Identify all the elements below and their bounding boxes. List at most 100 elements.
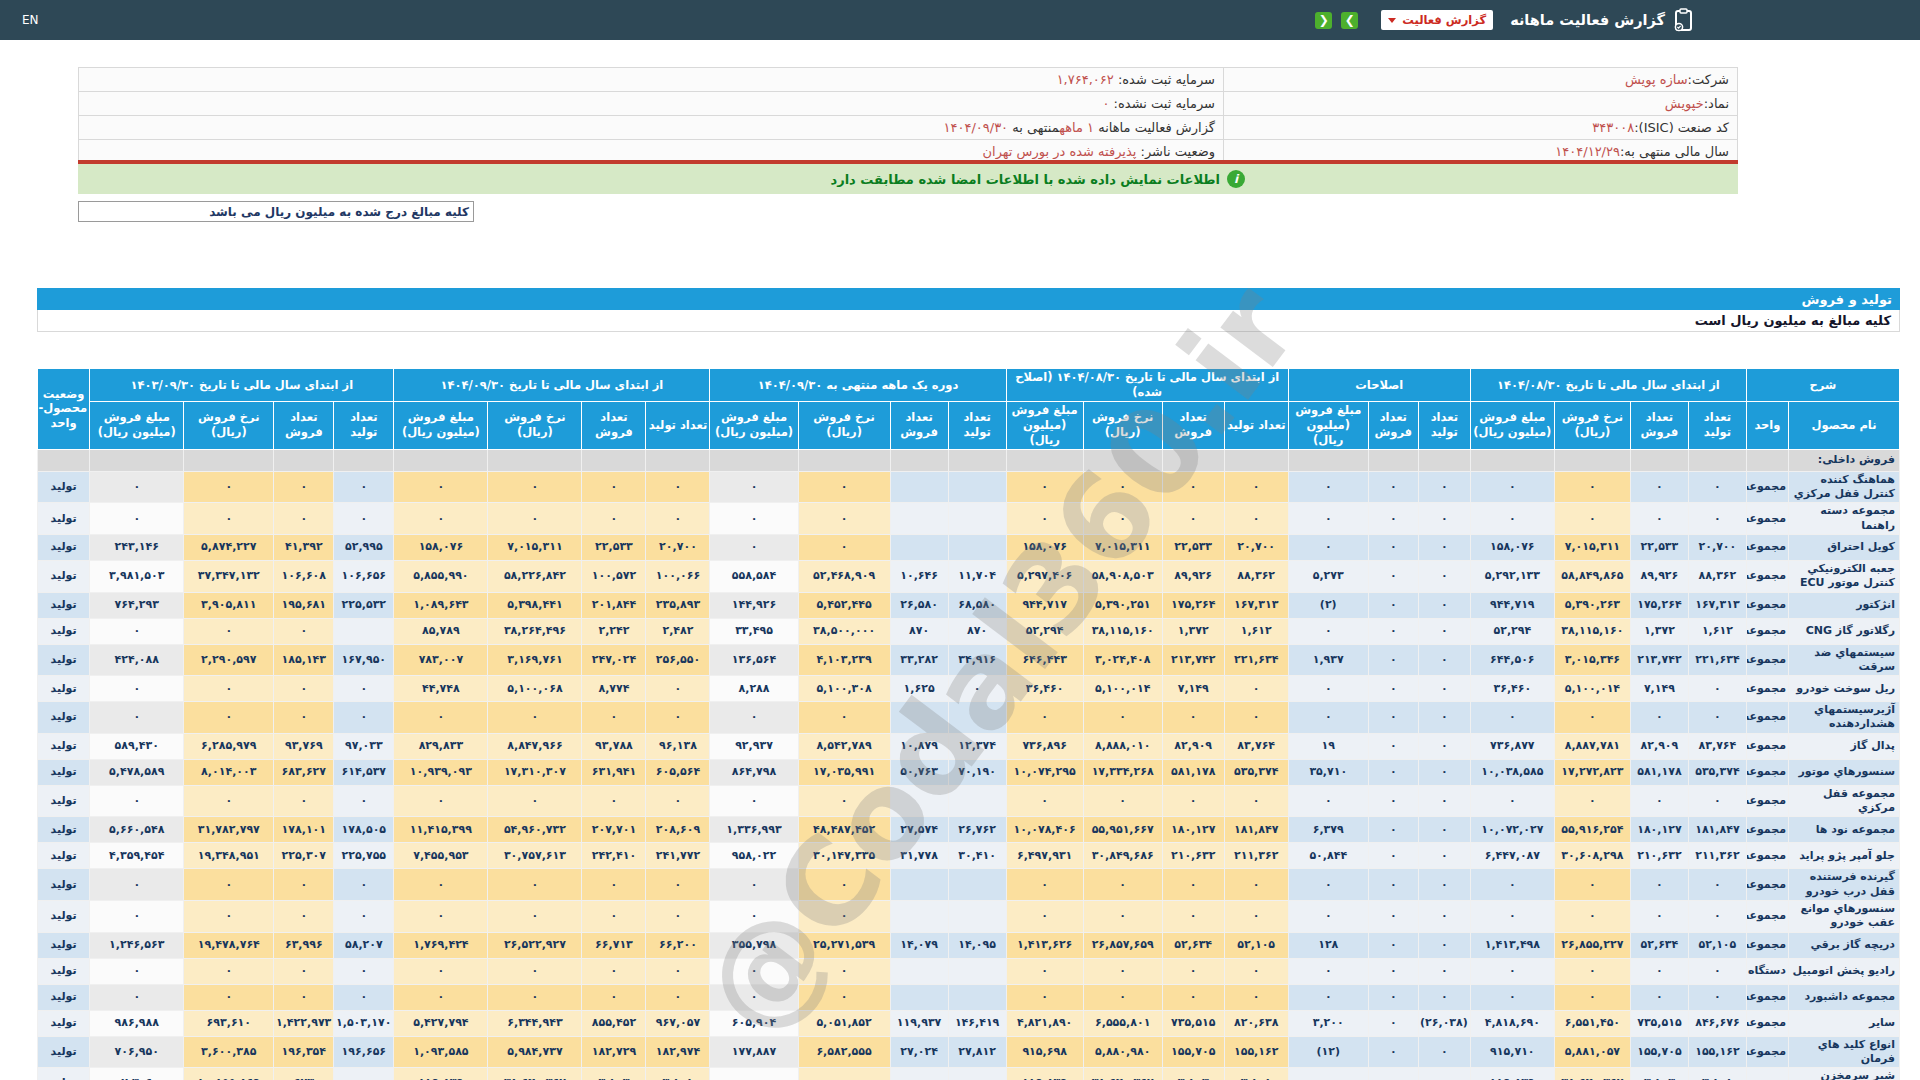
value-cell: ۵۲,۴۶۸,۹۰۹	[798, 561, 890, 593]
status-cell: تولید	[38, 869, 90, 901]
value-cell: ۰	[1288, 676, 1368, 702]
value-cell: ۰	[1006, 958, 1083, 984]
value-cell: ۱۹,۳۴۸,۹۵۱	[184, 843, 274, 869]
table-row: سنسورهاي موانع عقب خودرومجموعه۰۰۰۰۰۰۰۰۰۰…	[38, 900, 1900, 932]
value-cell: ۲۶,۸۵۵,۲۲۷	[1554, 932, 1630, 958]
value-cell: ۰	[1224, 984, 1288, 1010]
product-name-cell: پدال گاز	[1788, 733, 1899, 759]
value-cell: ۱۶۷,۳۱۳	[1688, 592, 1746, 618]
value-cell: ۳,۱۰۳	[582, 1068, 646, 1080]
value-cell	[890, 471, 948, 503]
value-cell: ۰	[1288, 471, 1368, 503]
value-cell: ۵۰,۷۶۳	[890, 759, 948, 785]
value-cell: ۸,۸۸۷,۷۸۱	[1554, 733, 1630, 759]
value-cell: ۴۲۴,۰۸۸	[90, 644, 184, 676]
value-cell: ۱۰۰,۵۷۲	[582, 561, 646, 593]
value-cell: ۰	[582, 471, 646, 503]
value-cell: ۱۸۲,۷۲۹	[582, 1036, 646, 1068]
section-row-cell	[38, 449, 90, 471]
value-cell: ۲۰,۷۰۰	[646, 535, 710, 561]
value-cell: ۲۱۰,۶۳۲	[1630, 843, 1688, 869]
next-report-button[interactable]: ❯	[1341, 12, 1358, 29]
company-info-row: کد صنعت (ISIC): ۳۴۳۰۰۸گزارش فعالیت ماهان…	[79, 116, 1737, 140]
value-cell: ۷,۰۱۵,۳۱۱	[488, 535, 582, 561]
value-cell: ۰	[646, 702, 710, 734]
value-cell: ۰	[274, 702, 334, 734]
value-cell: ۰	[1368, 535, 1418, 561]
value-cell: ۶,۵۸۲,۵۵۵	[798, 1036, 890, 1068]
value-cell: ۵,۴۷۸,۵۸۹	[90, 759, 184, 785]
value-cell: ۱۲۸	[1288, 932, 1368, 958]
value-cell: ۳,۶۰۰,۳۸۵	[184, 1036, 274, 1068]
value-cell: ۶۷۳	[274, 1068, 334, 1080]
unit-cell: مجموعه	[1746, 471, 1788, 503]
section-row-cell	[798, 449, 890, 471]
prev-report-button[interactable]: ❮	[1315, 12, 1332, 29]
value-cell: ۰	[1224, 676, 1288, 702]
info-label: گزارش فعالیت ماهانه	[1094, 120, 1215, 135]
value-cell: ۰	[646, 471, 710, 503]
value-cell: ۰	[90, 958, 184, 984]
report-type-dropdown[interactable]: گزارش فعالیت	[1381, 10, 1493, 30]
value-cell: ۰	[1418, 869, 1470, 901]
value-cell: ۰	[274, 785, 334, 817]
value-cell: ۲۰۱,۸۴۴	[582, 592, 646, 618]
value-cell: ۱,۰۹۳,۵۸۵	[394, 1036, 488, 1068]
value-cell: ۹۶,۱۳۸	[646, 733, 710, 759]
value-cell: ۰	[1368, 900, 1418, 932]
value-cell: ۰	[488, 503, 582, 535]
value-cell	[890, 785, 948, 817]
value-cell: ۱,۶۲۵	[890, 676, 948, 702]
status-cell: تولید	[38, 618, 90, 644]
value-cell: ۰	[646, 958, 710, 984]
value-cell: ۳۸,۱۱۵,۱۶۰	[1554, 618, 1630, 644]
value-cell: ۹۱۵,۷۱۰	[1470, 1036, 1554, 1068]
value-cell: ۰	[948, 676, 1006, 702]
value-cell: ۳,۱۰۳	[1162, 1068, 1224, 1080]
value-cell: ۰	[1288, 1068, 1368, 1080]
info-label: نماد:	[1704, 96, 1729, 111]
value-cell: ۵,۱۰۰,۰۶۸	[488, 676, 582, 702]
value-cell: ۰	[394, 958, 488, 984]
value-cell: ۴,۸۱۸,۶۹۰	[1470, 1010, 1554, 1036]
value-cell: ۱۱۹,۹۳۷	[890, 1010, 948, 1036]
value-cell: ۰	[1083, 869, 1162, 901]
table-row: هماهنگ کننده کنترل قفل مرکزيمجموعه۰۰۰۰۰۰…	[38, 471, 1900, 503]
table-row: مجموعه دسته راهنمامجموعه۰۰۰۰۰۰۰۰۰۰۰۰۰۰۰۰…	[38, 503, 1900, 535]
language-toggle[interactable]: EN	[22, 13, 39, 27]
value-cell: ۶۱۴,۵۳۷	[334, 759, 394, 785]
section-row-cell	[1470, 449, 1554, 471]
info-value: پذیرفته شده در بورس تهران	[983, 144, 1137, 159]
table-row: جلو آمپر پژو پرایدمجموعه۲۱۱,۳۶۲۲۱۰,۶۳۲۳۰…	[38, 843, 1900, 869]
value-cell: ۰	[90, 869, 184, 901]
value-cell: ۰	[1688, 702, 1746, 734]
value-cell: ۳۸,۶۲۰,۳۶۷	[1554, 1068, 1630, 1080]
value-cell: ۹۱۵,۶۹۸	[1006, 1036, 1083, 1068]
value-cell: ۱۲,۳۷۴	[948, 733, 1006, 759]
value-cell: ۶۴۴,۵۰۶	[1470, 644, 1554, 676]
unit-cell: مجموعه	[1746, 817, 1788, 843]
value-cell: ۰	[798, 503, 890, 535]
column-header: مبلغ فروش (میلیون ریال)	[710, 402, 798, 450]
company-info-table: شرکت: سازه پویشسرمایه ثبت شده: ۱,۷۶۴,۰۶۲…	[78, 67, 1738, 164]
value-cell: ۵۸,۹۰۸,۵۰۳	[1083, 561, 1162, 593]
value-cell: ۰	[646, 676, 710, 702]
value-cell: ۳۰,۱۴۷,۳۳۵	[798, 843, 890, 869]
value-cell: ۰	[710, 702, 798, 734]
value-cell: ۰	[1224, 785, 1288, 817]
value-cell: ۰	[1554, 869, 1630, 901]
section-row-cell	[948, 449, 1006, 471]
value-cell: ۲,۴۸۲	[646, 618, 710, 644]
value-cell: ۹۵۸,۰۲۲	[710, 843, 798, 869]
table-row: مجموعه نود هامجموعه۱۸۱,۸۴۷۱۸۰,۱۲۷۵۵,۹۱۶,…	[38, 817, 1900, 843]
value-cell: ۵,۲۹۷,۴۰۶	[1006, 561, 1083, 593]
value-cell: ۰	[1368, 471, 1418, 503]
value-cell: ۱۵۸,۰۷۶	[1470, 535, 1554, 561]
value-cell: ۳۶,۴۶۰	[1006, 676, 1083, 702]
value-cell: ۰	[90, 785, 184, 817]
value-cell: ۰	[1162, 503, 1224, 535]
value-cell: ۲۲,۵۳۳	[1162, 535, 1224, 561]
product-name-cell: سنسورهاي موانع عقب خودرو	[1788, 900, 1899, 932]
value-cell: ۸۳,۷۶۴	[1688, 733, 1746, 759]
unit-cell: مجموعه	[1746, 561, 1788, 593]
